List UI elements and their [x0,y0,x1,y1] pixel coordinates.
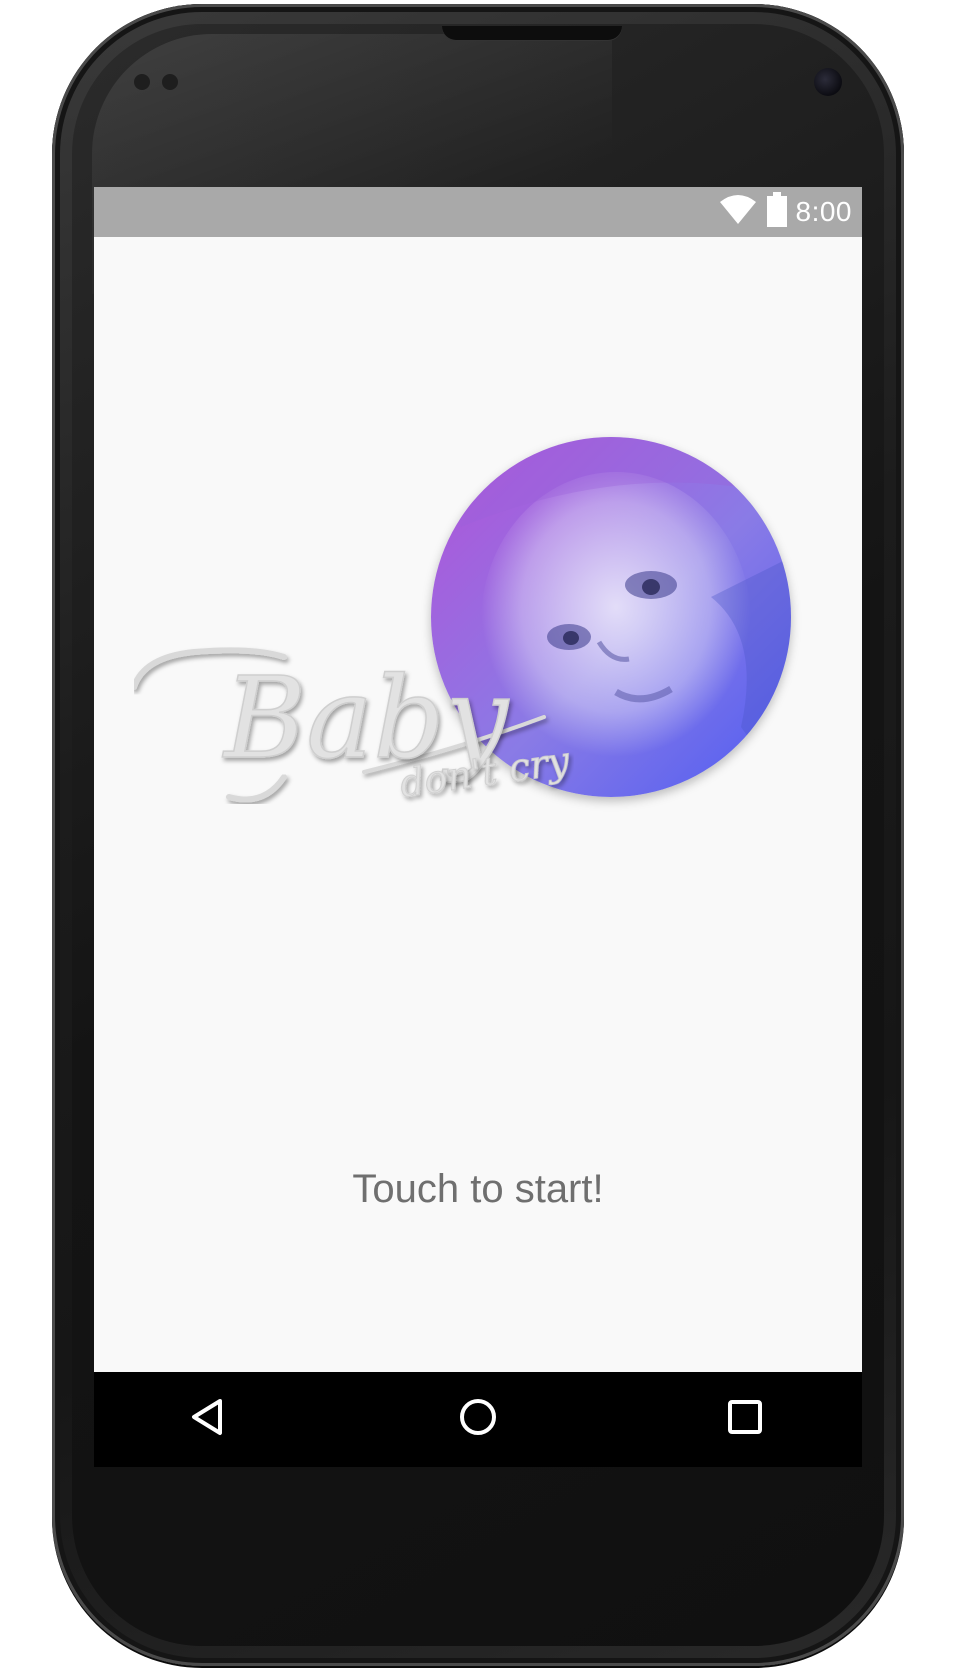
navigation-bar [94,1372,862,1467]
back-button[interactable] [148,1372,268,1467]
recents-icon [725,1397,765,1442]
wifi-icon [718,194,758,231]
home-icon [458,1397,498,1442]
app-screen[interactable]: 8:00 Baby don't cry Touch to start! [94,187,862,1467]
status-bar: 8:00 [94,187,862,237]
status-time: 8:00 [795,196,852,227]
recents-button[interactable] [685,1372,805,1467]
back-icon [188,1397,228,1442]
logo-script: Baby don't cry [134,647,573,806]
home-button[interactable] [418,1372,538,1467]
front-camera [814,68,842,96]
battery-icon [766,191,788,233]
light-sensor [162,74,178,90]
app-logo: Baby don't cry [134,437,791,817]
proximity-sensor [134,74,150,90]
earpiece-speaker [442,26,622,40]
touch-to-start-label: Touch to start! [352,1167,604,1211]
